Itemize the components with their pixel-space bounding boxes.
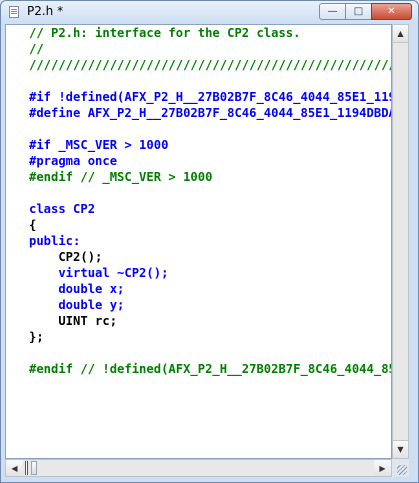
scroll-left-arrow-icon[interactable]: ◀ (6, 460, 23, 476)
code-line: #define AFX_P2_H__27B02B7F_8C46_4044_85E… (29, 106, 392, 120)
code-line: #pragma once (29, 154, 118, 168)
window-controls: — □ ✕ (319, 3, 412, 20)
horizontal-scroll-thumb[interactable] (31, 461, 37, 475)
code-line: class CP2 (29, 202, 96, 216)
code-line: public: (29, 234, 81, 248)
code-line: virtual ~CP2(); (29, 266, 169, 280)
code-line: #if _MSC_VER > 1000 (29, 138, 169, 152)
code-line: // (29, 42, 44, 56)
code-line: UINT rc; (29, 314, 118, 328)
scroll-right-arrow-icon[interactable]: ▶ (374, 460, 391, 476)
resize-corner[interactable] (392, 459, 409, 477)
scroll-down-arrow-icon[interactable]: ▼ (393, 440, 408, 458)
code-line: #if !defined(AFX_P2_H__27B02B7F_8C46_404… (29, 90, 391, 104)
scroll-up-arrow-icon[interactable]: ▲ (393, 25, 408, 43)
code-editor[interactable]: // P2.h: interface for the CP2 class. //… (5, 24, 392, 459)
code-line: { (29, 218, 37, 232)
window-title: P2.h * (27, 4, 64, 18)
code-line: ////////////////////////////////////////… (29, 58, 391, 72)
code-line: // P2.h: interface for the CP2 class. (29, 26, 301, 40)
editor-window: P2.h * — □ ✕ // P2.h: interface for the … (0, 0, 419, 483)
split-handle[interactable] (25, 461, 28, 475)
maximize-button[interactable]: □ (345, 3, 372, 20)
code-line: #endif // _MSC_VER > 1000 (29, 170, 213, 184)
code-line: double x; (29, 282, 125, 296)
vertical-scrollbar[interactable]: ▲ ▼ (392, 24, 409, 459)
code-line: double y; (29, 298, 125, 312)
code-line: }; (29, 330, 44, 344)
minimize-button[interactable]: — (319, 3, 346, 20)
document-icon (9, 6, 19, 18)
resize-grip-icon (397, 465, 407, 475)
code-line: #endif // !defined(AFX_P2_H__27B02B7F_8C… (29, 362, 391, 376)
title-bar[interactable]: P2.h * — □ ✕ (1, 1, 418, 23)
horizontal-scrollbar[interactable]: ◀ ▶ (5, 459, 392, 477)
close-button[interactable]: ✕ (371, 3, 412, 20)
code-line: CP2(); (29, 250, 103, 264)
